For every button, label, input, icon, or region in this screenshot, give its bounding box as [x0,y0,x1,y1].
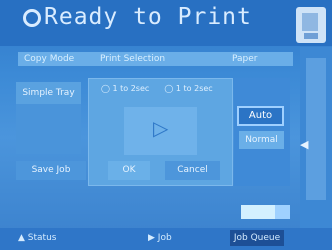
status-middle: ▶ Job [148,233,172,243]
job-label: Job [157,233,172,243]
play-arrow-icon: ▷ [153,116,169,140]
paper-auto-button[interactable]: Auto [237,106,284,126]
tab-paper[interactable]: Paper [232,52,258,66]
status-label: Status [27,233,57,243]
chevron-left-icon[interactable]: ◀ [300,138,308,151]
radio-option-b-label: 1 to 2sec [175,84,213,93]
tab-strip: Copy Mode Print Selection Paper [18,52,293,66]
scrollbar[interactable] [306,58,326,200]
simple-tray-button[interactable]: Simple Tray [16,82,81,104]
job-progress-fill [241,205,276,219]
radio-option-b-icon[interactable]: ◯ [164,84,176,93]
cancel-button[interactable]: Cancel [165,161,220,180]
preview-area[interactable]: ▷ [124,107,197,155]
paper-normal-button[interactable]: Normal [239,131,284,149]
radio-option-a-label: 1 to 2sec [112,84,150,93]
printer-icon[interactable] [296,7,326,43]
job-queue-button[interactable]: Job Queue [230,230,284,246]
left-panel [16,104,81,154]
radio-row: ◯ 1 to 2sec ◯ 1 to 2sec [101,84,213,93]
tab-copy-mode[interactable]: Copy Mode [24,52,74,66]
ready-indicator-icon [23,9,41,27]
radio-option-a-icon[interactable]: ◯ [101,84,113,93]
save-job-button[interactable]: Save Job [16,161,86,180]
title-bar: Ready to Print [0,0,332,46]
ok-button[interactable]: OK [108,161,150,180]
job-progress-bar [241,205,290,219]
status-left: ▲ Status [18,233,57,243]
page-title: Ready to Print [44,4,252,30]
printer-screen: Ready to Print Copy Mode Print Selection… [0,0,332,250]
tab-print-selection[interactable]: Print Selection [100,52,165,66]
